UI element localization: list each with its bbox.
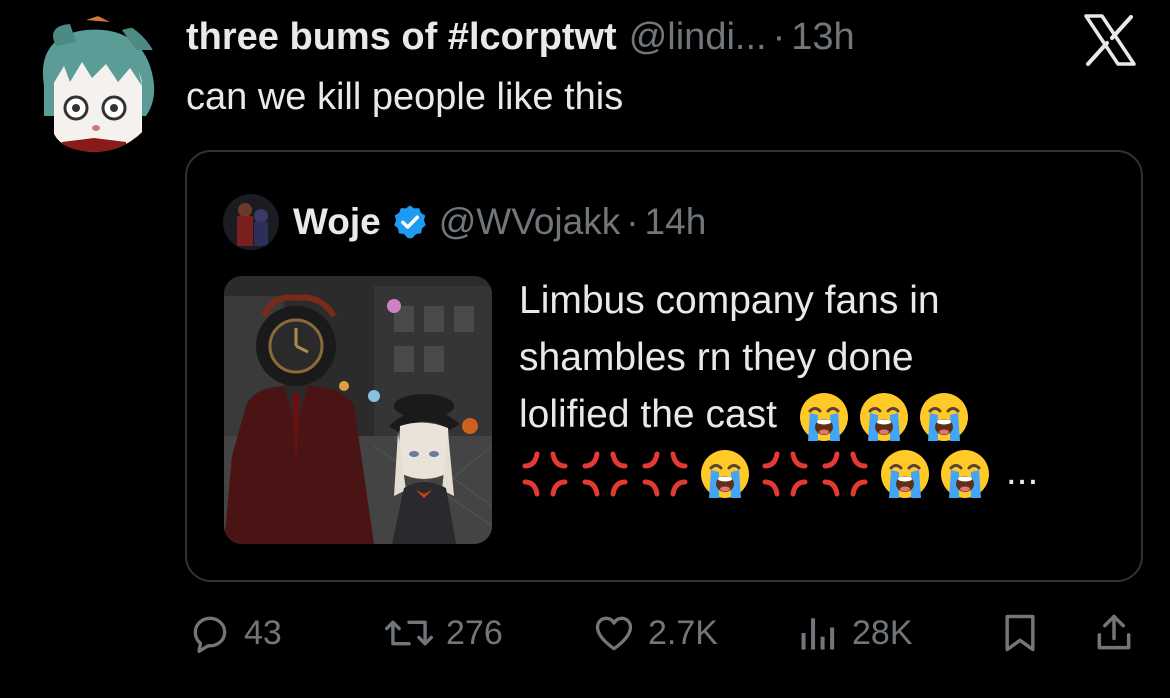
reply-count: 43: [244, 613, 282, 652]
header-separator: ·: [772, 16, 786, 58]
bookmark-icon: [1005, 614, 1035, 652]
quoted-text-ellipsis: ...: [1005, 450, 1039, 493]
bookmark-button[interactable]: [998, 608, 1042, 658]
quoted-tweet-header: Woje @WVojakk · 14h: [223, 194, 706, 250]
quoted-text-line-1: Limbus company fans in: [519, 279, 940, 322]
author-display-name[interactable]: three bums of #lcorptwt: [186, 14, 617, 60]
quoted-author-handle: @WVojakk: [438, 201, 621, 242]
reply-icon: [193, 616, 227, 653]
anger-symbol-emoji: [519, 448, 571, 500]
anger-symbol-emoji: [759, 448, 811, 500]
loudly-crying-face-emoji: [798, 391, 850, 443]
repost-button[interactable]: 276: [384, 608, 503, 658]
repost-icon: [384, 620, 434, 646]
quoted-text-line-3: lolified the cast: [519, 386, 1079, 443]
tweet-text: can we kill people like this: [186, 76, 624, 118]
repost-count: 276: [446, 613, 503, 652]
quoted-tweet-card[interactable]: Woje @WVojakk · 14h Limbus company fans …: [185, 150, 1143, 582]
anger-symbol-emoji: [819, 448, 871, 500]
quoted-text-line-3-words: lolified the cast: [519, 393, 777, 436]
heart-icon: [595, 616, 633, 651]
loudly-crying-face-emoji: [858, 391, 910, 443]
verified-badge-icon: [393, 205, 426, 239]
author-avatar[interactable]: [26, 16, 162, 152]
loudly-crying-face-emoji: [699, 448, 751, 500]
loudly-crying-face-emoji: [939, 448, 991, 500]
x-logo-icon[interactable]: [1082, 14, 1138, 66]
quoted-tweet-text: Limbus company fans in shambles rn they …: [519, 272, 1079, 500]
tweet-header: three bums of #lcorptwt @lindi... · 13h: [186, 14, 855, 60]
quoted-text-line-4: ...: [519, 443, 1079, 500]
like-button[interactable]: 2.7K: [592, 608, 718, 658]
loudly-crying-face-emoji: [879, 448, 931, 500]
like-count: 2.7K: [648, 613, 718, 652]
share-icon: [1097, 614, 1131, 650]
anger-symbol-emoji: [639, 448, 691, 500]
tweet-timestamp[interactable]: 13h: [791, 14, 854, 60]
quoted-media-thumbnail[interactable]: [224, 276, 492, 544]
anger-symbol-emoji: [579, 448, 631, 500]
author-handle[interactable]: @lindi...: [629, 14, 767, 60]
loudly-crying-face-emoji: [918, 391, 970, 443]
views-icon: [801, 618, 835, 650]
quoted-author-avatar: [223, 194, 279, 250]
emoji-row-3: [798, 391, 970, 443]
quoted-tweet-timestamp: 14h: [644, 201, 707, 242]
share-button[interactable]: [1092, 608, 1136, 658]
emoji-row-4: [519, 448, 991, 500]
avatar-anime-girl-icon: [26, 16, 162, 152]
tweet: three bums of #lcorptwt @lindi... · 13h …: [0, 0, 1170, 698]
quoted-header-separator: ·: [626, 201, 639, 242]
quoted-author-display-name: Woje: [293, 201, 381, 242]
views-button[interactable]: 28K: [796, 608, 913, 658]
tweet-action-bar: 43 276 2.7K 28K: [0, 608, 1170, 658]
views-count: 28K: [852, 613, 913, 652]
reply-button[interactable]: 43: [188, 608, 282, 658]
quoted-text-line-2: shambles rn they done: [519, 336, 914, 379]
